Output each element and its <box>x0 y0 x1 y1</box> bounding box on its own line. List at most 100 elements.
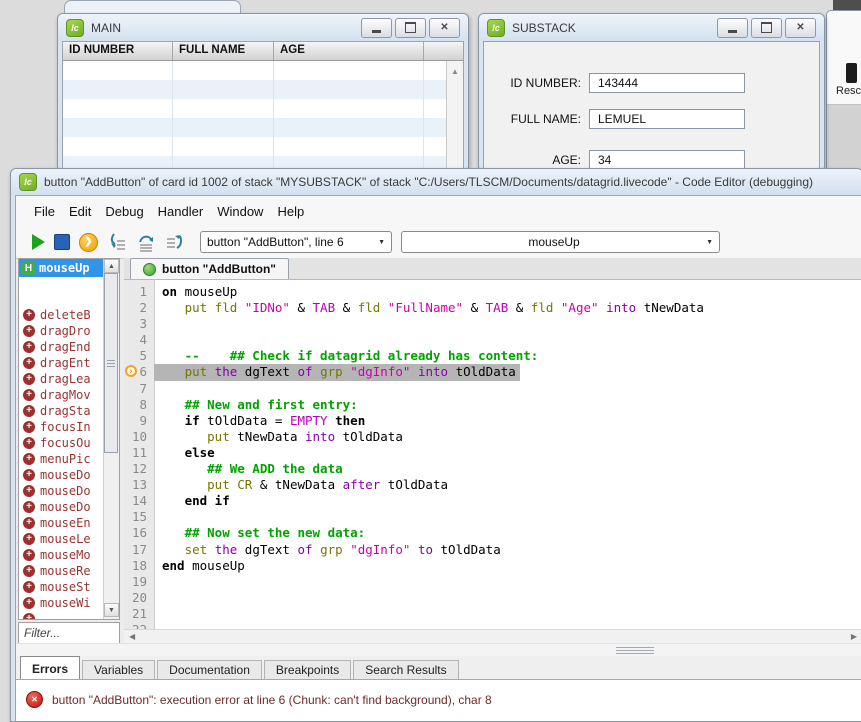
tab-documentation[interactable]: Documentation <box>157 660 262 679</box>
code-line[interactable]: 3 <box>124 316 861 332</box>
code-line[interactable]: 20 <box>124 590 861 606</box>
code-line[interactable]: 22 <box>124 622 861 629</box>
maximize-button[interactable] <box>395 18 426 38</box>
maximize-button[interactable] <box>751 18 782 38</box>
main-window-titlebar[interactable]: lc MAIN ✕ <box>58 14 468 41</box>
column-header[interactable]: AGE <box>274 42 424 60</box>
code-editor-area[interactable]: 1on mouseUp2 put fld "IDNo" & TAB & fld … <box>124 280 861 629</box>
tab-errors[interactable]: Errors <box>20 656 80 679</box>
handler-dropdown[interactable]: mouseUp ▼ <box>401 231 720 253</box>
close-button[interactable]: ✕ <box>429 18 460 38</box>
close-button[interactable]: ✕ <box>785 18 816 38</box>
table-cell <box>274 80 424 99</box>
plus-icon: + <box>23 341 35 353</box>
minimize-button[interactable] <box>361 18 392 38</box>
code-text: put the dgText of grp "dgInfo" into tOld… <box>154 364 520 380</box>
stop-button[interactable] <box>54 234 70 250</box>
table-row[interactable] <box>63 99 447 118</box>
field-input-full-name[interactable] <box>589 109 745 129</box>
column-header[interactable]: FULL NAME <box>173 42 274 60</box>
table-cell <box>274 61 424 80</box>
tab-breakpoints[interactable]: Breakpoints <box>264 660 351 679</box>
script-tab[interactable]: button "AddButton" <box>130 258 289 279</box>
code-line[interactable]: 10 put tNewData into tOldData <box>124 429 861 445</box>
handler-list-scrollbar[interactable]: ▲ ▼ <box>103 259 119 619</box>
code-line[interactable]: 16 ## Now set the new data: <box>124 525 861 541</box>
code-line[interactable]: 21 <box>124 606 861 622</box>
code-line[interactable]: 9 if tOldData = EMPTY then <box>124 413 861 429</box>
menu-debug[interactable]: Debug <box>98 204 150 219</box>
field-input-age[interactable] <box>589 150 745 170</box>
column-header[interactable] <box>424 42 463 60</box>
code-text: ## New and first entry: <box>154 397 362 413</box>
code-text: else <box>154 445 219 461</box>
handler-item-label: dragEnt <box>40 356 91 370</box>
code-line[interactable]: 5 -- ## Check if datagrid already has co… <box>124 348 861 364</box>
scroll-up-button[interactable]: ▲ <box>104 259 119 273</box>
code-text: on mouseUp <box>154 284 241 300</box>
code-line[interactable]: 14 end if <box>124 493 861 509</box>
execution-context-dropdown[interactable]: button "AddButton", line 6 ▼ <box>200 231 392 253</box>
line-number: 15 <box>124 509 154 525</box>
chevron-down-icon: ▼ <box>700 239 713 246</box>
panel-splitter[interactable] <box>16 643 861 657</box>
menu-handler[interactable]: Handler <box>151 204 211 219</box>
step-over-lines-button[interactable] <box>136 232 156 252</box>
code-line[interactable]: 8 ## New and first entry: <box>124 397 861 413</box>
handler-item-label: mouseMo <box>40 548 91 562</box>
editor-window-title: button "AddButton" of card id 1002 of st… <box>44 175 813 189</box>
scroll-down-button[interactable]: ▼ <box>104 603 119 617</box>
resources-icon[interactable] <box>846 63 857 83</box>
continue-button[interactable] <box>32 234 45 250</box>
splitter-grip-icon[interactable] <box>616 647 654 656</box>
code-line[interactable]: 11 else <box>124 445 861 461</box>
code-line[interactable]: 1on mouseUp <box>124 284 861 300</box>
handler-item-label: dragSta <box>40 404 91 418</box>
plus-icon: + <box>23 389 35 401</box>
table-row[interactable] <box>63 137 447 156</box>
scroll-up-icon[interactable]: ▲ <box>451 67 459 76</box>
menu-file[interactable]: File <box>27 204 62 219</box>
substack-window: lc SUBSTACK ✕ ID NUMBER:FULL NAME:AGE: <box>478 13 825 172</box>
tab-variables[interactable]: Variables <box>82 660 155 679</box>
code-line[interactable]: 12 ## We ADD the data <box>124 461 861 477</box>
menu-help[interactable]: Help <box>270 204 311 219</box>
horizontal-scrollbar[interactable]: ◀ ▶ <box>124 629 861 643</box>
scroll-left-icon[interactable]: ◀ <box>129 631 135 643</box>
step-out-button[interactable] <box>165 232 185 252</box>
code-line[interactable]: 17 set the dgText of grp "dgInfo" to tOl… <box>124 542 861 558</box>
tab-search-results[interactable]: Search Results <box>353 660 458 679</box>
grid-scrollbar[interactable]: ▲ <box>446 61 463 170</box>
code-line[interactable]: 19 <box>124 574 861 590</box>
error-row[interactable]: ✕ button "AddButton": execution error at… <box>26 691 861 708</box>
field-input-id-number[interactable] <box>589 73 745 93</box>
form-row: FULL NAME: <box>484 109 819 129</box>
step-into-button[interactable] <box>107 232 127 252</box>
scrollbar-thumb[interactable] <box>104 273 118 453</box>
table-row[interactable] <box>63 80 447 99</box>
filter-input[interactable] <box>18 622 120 644</box>
code-line[interactable]: 2 put fld "IDNo" & TAB & fld "FullName" … <box>124 300 861 316</box>
main-window: lc MAIN ✕ ID NUMBERFULL NAMEAGE ▲ <box>57 13 469 172</box>
code-line[interactable]: ›6 put the dgText of grp "dgInfo" into t… <box>124 364 861 380</box>
code-line[interactable]: 15 <box>124 509 861 525</box>
line-number: 16 <box>124 525 154 541</box>
close-icon: ✕ <box>440 23 448 33</box>
scroll-right-icon[interactable]: ▶ <box>851 631 857 643</box>
editor-titlebar[interactable]: lc button "AddButton" of card id 1002 of… <box>11 169 861 195</box>
menu-window[interactable]: Window <box>210 204 270 219</box>
table-row[interactable] <box>63 118 447 137</box>
code-line[interactable]: 18end mouseUp <box>124 558 861 574</box>
column-header[interactable]: ID NUMBER <box>63 42 173 60</box>
menu-edit[interactable]: Edit <box>62 204 98 219</box>
table-row[interactable] <box>63 61 447 80</box>
line-number: 20 <box>124 590 154 606</box>
field-label: ID NUMBER: <box>484 76 581 90</box>
handler-item-label: focusIn <box>40 420 91 434</box>
substack-window-titlebar[interactable]: lc SUBSTACK ✕ <box>479 14 824 41</box>
minimize-button[interactable] <box>717 18 748 38</box>
step-over-button[interactable]: ❯ <box>79 233 98 252</box>
code-line[interactable]: 13 put CR & tNewData after tOldData <box>124 477 861 493</box>
code-line[interactable]: 4 <box>124 332 861 348</box>
code-line[interactable]: 7 <box>124 381 861 397</box>
